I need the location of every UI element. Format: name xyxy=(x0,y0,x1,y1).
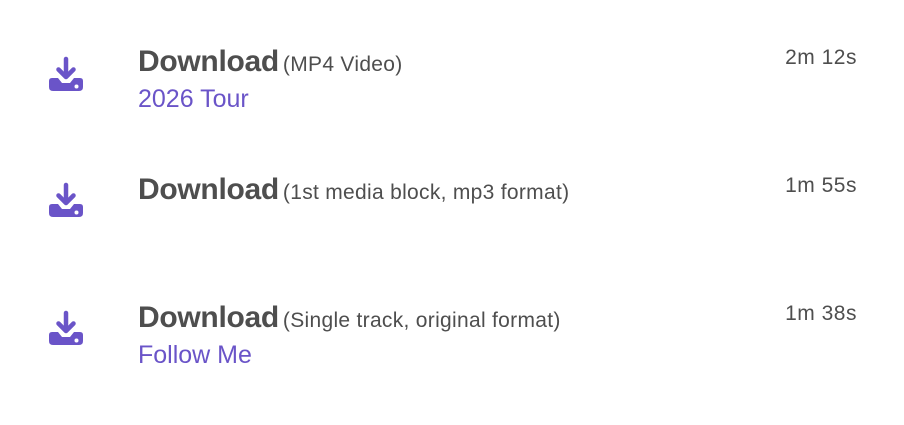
format-note: (Single track, original format) xyxy=(282,309,561,332)
download-list: Download (MP4 Video) 2026 Tour 2m 12s Dow… xyxy=(0,0,904,425)
download-title-line: Download (Single track, original format) xyxy=(138,300,738,336)
download-text: Download (Single track, original format) … xyxy=(138,300,738,370)
duration: 1m 38s xyxy=(785,302,857,325)
download-icon[interactable] xyxy=(46,310,86,350)
format-note: (1st media block, mp3 format) xyxy=(282,181,570,204)
track-link[interactable]: Follow Me xyxy=(138,340,738,370)
download-label[interactable]: Download xyxy=(138,301,279,334)
track-link[interactable]: 2026 Tour xyxy=(138,84,738,114)
download-label[interactable]: Download xyxy=(138,45,279,78)
duration: 2m 12s xyxy=(785,46,857,69)
download-row: Download (Single track, original format) … xyxy=(0,296,904,386)
download-row: Download (MP4 Video) 2026 Tour 2m 12s xyxy=(0,40,904,130)
download-label[interactable]: Download xyxy=(138,173,279,206)
duration: 1m 55s xyxy=(785,174,857,197)
download-text: Download (MP4 Video) 2026 Tour xyxy=(138,44,738,114)
download-icon[interactable] xyxy=(46,56,86,96)
download-row: Download (1st media block, mp3 format) 1m… xyxy=(0,168,904,258)
download-title-line: Download (MP4 Video) xyxy=(138,44,738,80)
download-title-line: Download (1st media block, mp3 format) xyxy=(138,172,738,208)
download-icon[interactable] xyxy=(46,182,86,222)
download-text: Download (1st media block, mp3 format) xyxy=(138,172,738,208)
format-note: (MP4 Video) xyxy=(282,53,403,76)
